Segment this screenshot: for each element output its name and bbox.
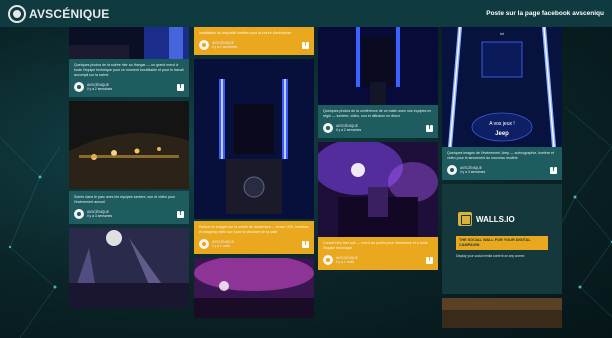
avatar — [74, 209, 84, 219]
post-card[interactable]: Installation du dispositif lumière pour … — [194, 27, 314, 55]
post-photo-card[interactable] — [69, 228, 189, 308]
post-date: il y a 1 mois — [336, 260, 354, 264]
wallsio-logo[interactable]: WALLS.IO — [442, 184, 562, 226]
photo-image — [442, 27, 562, 147]
post-date: il y a 3 semaines — [87, 214, 113, 218]
post-caption: Quelques photos de la soirée hier au Han… — [74, 63, 184, 77]
post-caption: Installation du dispositif lumière pour … — [199, 31, 292, 35]
wall-column-2: Installation du dispositif lumière pour … — [194, 27, 314, 318]
post-photo-card[interactable] — [318, 142, 438, 237]
post-photo[interactable] — [69, 27, 189, 59]
post-author: AVSCÉNIQUE il y a 1 mois f — [194, 235, 314, 254]
facebook-icon[interactable]: f — [177, 83, 184, 91]
post-caption: Concert live hier soir — merci au public… — [323, 241, 428, 250]
post-date: il y a 2 semaines — [87, 87, 113, 91]
top-bar: AVSCÉNIQUE Poste sur la page facebook av… — [0, 0, 612, 27]
wallsio-banner: THE SOCIAL WALL FOR YOUR DIGITAL CAMPAIG… — [456, 236, 548, 250]
wall-column-3: Quelques photos de la conférence de ce m… — [318, 27, 438, 270]
photo-overlay-brand: Jeep — [495, 131, 509, 137]
avatar — [323, 255, 333, 265]
post-photo-card[interactable] — [69, 101, 189, 189]
photo-image — [442, 298, 562, 328]
post-date: il y a 1 mois — [212, 244, 230, 248]
post-card[interactable]: Concert live hier soir — merci au public… — [318, 237, 438, 270]
facebook-icon[interactable]: f — [302, 240, 309, 248]
avatar — [199, 239, 209, 249]
facebook-icon[interactable]: f — [302, 41, 309, 49]
wallsio-name: WALLS.IO — [476, 214, 515, 224]
post-photo-card[interactable] — [318, 27, 438, 105]
post-caption: Retour en images sur la soirée de lancem… — [199, 225, 309, 234]
wallsio-promo-card[interactable]: WALLS.IO THE SOCIAL WALL FOR YOUR DIGITA… — [442, 184, 562, 294]
post-caption: Quelques photos de la conférence de ce m… — [323, 109, 432, 118]
photo-image — [69, 101, 189, 189]
photo-image — [69, 27, 189, 59]
post-author: AVSCÉNIQUE il y a 1 mois f — [318, 251, 438, 270]
avatar — [199, 40, 209, 50]
author-block: AVSCÉNIQUE il y a 2 semaines — [212, 41, 299, 49]
wallsio-subtitle: Display your social media content on any… — [456, 254, 525, 258]
wall-column-4: ici A vos jeux ! Jeep Quelques images de… — [442, 27, 562, 328]
wall-column-1: Quelques photos de la soirée hier au Han… — [69, 27, 189, 308]
avatar — [447, 165, 457, 175]
post-card[interactable]: Soirée dans le parc avec les équipes lum… — [69, 191, 189, 224]
post-author: AVSCÉNIQUE il y a 2 semaines f — [318, 119, 438, 138]
facebook-icon[interactable]: f — [426, 256, 433, 264]
facebook-icon[interactable]: f — [426, 124, 433, 132]
post-author: AVSCÉNIQUE il y a 3 semaines f — [442, 161, 562, 180]
author-block: AVSCÉNIQUE il y a 1 mois — [212, 240, 299, 248]
author-block: AVSCÉNIQUE il y a 3 semaines — [87, 210, 174, 218]
facebook-page-link[interactable]: Poste sur la page facebook avsceniqu — [486, 10, 604, 17]
post-photo: ici A vos jeux ! Jeep — [442, 27, 562, 147]
post-caption: Soirée dans le parc avec les équipes lum… — [74, 195, 176, 204]
facebook-icon[interactable]: f — [177, 210, 184, 218]
author-block: AVSCÉNIQUE il y a 1 mois — [336, 256, 423, 264]
author-block: AVSCÉNIQUE il y a 3 semaines — [460, 166, 547, 174]
post-card[interactable]: Quelques images de l'événement Jeep — sc… — [442, 147, 562, 180]
photo-overlay-top: ici — [500, 31, 504, 36]
avatar — [74, 82, 84, 92]
post-card[interactable]: Quelques photos de la conférence de ce m… — [318, 105, 438, 138]
post-author: AVSCÉNIQUE il y a 2 semaines f — [194, 36, 314, 55]
photo-image — [69, 228, 189, 308]
post-date: il y a 3 semaines — [460, 170, 486, 174]
post-date: il y a 2 semaines — [336, 128, 362, 132]
photo-overlay-title: A vos jeux ! — [489, 121, 515, 127]
photo-image — [318, 27, 438, 105]
wallsio-mark-icon — [458, 212, 472, 226]
post-photo-card[interactable] — [194, 258, 314, 318]
post-author: AVSCÉNIQUE il y a 3 semaines f — [69, 205, 189, 224]
post-photo-card[interactable]: ici A vos jeux ! Jeep — [442, 27, 562, 147]
brand-mark-icon — [8, 4, 26, 23]
facebook-icon[interactable]: f — [550, 166, 557, 174]
photo-image — [194, 59, 314, 219]
post-card[interactable]: Retour en images sur la soirée de lancem… — [194, 221, 314, 254]
author-block: AVSCÉNIQUE il y a 2 semaines — [87, 83, 174, 91]
brand-logo[interactable]: AVSCÉNIQUE — [8, 4, 110, 23]
avatar — [323, 123, 333, 133]
photo-image — [318, 142, 438, 237]
post-date: il y a 2 semaines — [212, 45, 238, 49]
post-photo-card[interactable] — [194, 59, 314, 219]
post-caption: Quelques images de l'événement Jeep — sc… — [447, 151, 554, 160]
post-card[interactable]: Quelques photos de la soirée hier au Han… — [69, 27, 189, 97]
post-photo-card[interactable] — [442, 298, 562, 328]
author-block: AVSCÉNIQUE il y a 2 semaines — [336, 124, 423, 132]
brand-name: AVSCÉNIQUE — [29, 6, 110, 21]
photo-image — [194, 258, 314, 318]
post-author: AVSCÉNIQUE il y a 2 semaines f — [69, 78, 189, 97]
